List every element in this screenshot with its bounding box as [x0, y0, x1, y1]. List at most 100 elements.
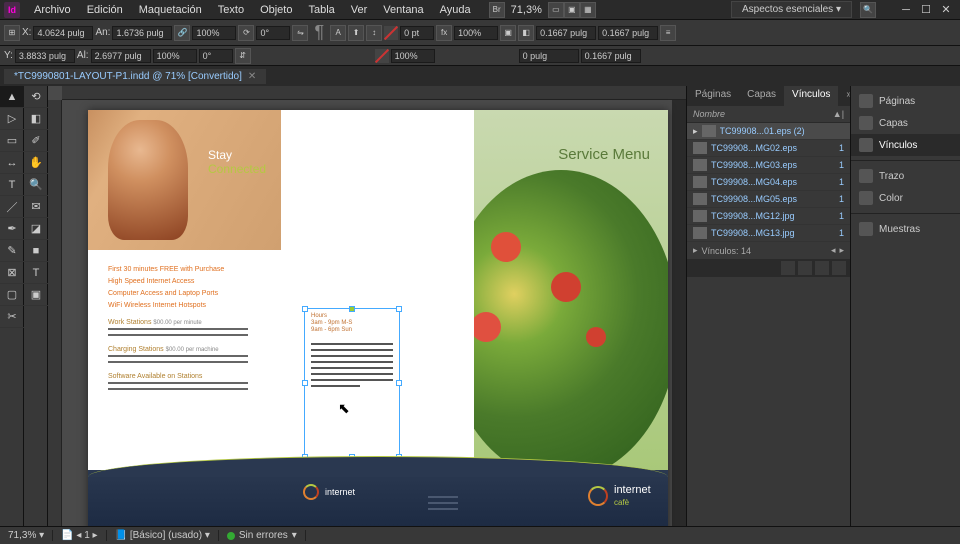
- document-spread[interactable]: Stay Connected First 30 minutes FREE wit…: [88, 110, 668, 526]
- status-preset[interactable]: 📘 [Básico] (usado) ▾: [107, 530, 219, 541]
- flip-h-icon[interactable]: ⇋: [292, 25, 308, 41]
- bridge-icon[interactable]: Br: [489, 2, 505, 18]
- zoom-level[interactable]: 71,3%: [505, 4, 548, 16]
- color-apply-tool[interactable]: ■: [24, 240, 48, 262]
- dock-stroke[interactable]: Trazo: [851, 165, 960, 187]
- menu-window[interactable]: Ventana: [375, 2, 431, 18]
- inset1-field[interactable]: [536, 26, 596, 40]
- window-minimize[interactable]: ─: [896, 4, 916, 16]
- y-field[interactable]: [15, 49, 75, 63]
- edit-link-icon[interactable]: [832, 261, 846, 275]
- menu-flyout-icon[interactable]: ≡: [660, 25, 676, 41]
- update-link-icon[interactable]: [815, 261, 829, 275]
- fill-stroke-swap[interactable]: ◪: [24, 218, 48, 240]
- ruler-vertical[interactable]: [48, 100, 62, 526]
- pencil-tool[interactable]: ✎: [0, 240, 24, 262]
- fx-icon[interactable]: fx: [436, 25, 452, 41]
- inset4-field[interactable]: [581, 49, 641, 63]
- screen-mode-icon[interactable]: ▣: [564, 2, 580, 18]
- align-mid-icon[interactable]: ↕: [366, 25, 382, 41]
- link-row[interactable]: TC99908...MG05.eps1: [687, 191, 850, 208]
- stroke-field[interactable]: [400, 26, 434, 40]
- line-tool[interactable]: ／: [0, 196, 24, 218]
- status-page[interactable]: 📄 ◂ 1 ▸: [53, 530, 106, 541]
- char-panel-icon[interactable]: A: [330, 25, 346, 41]
- dock-pages[interactable]: Páginas: [851, 90, 960, 112]
- x-field[interactable]: [33, 26, 93, 40]
- dock-color[interactable]: Color: [851, 187, 960, 209]
- selection-tool[interactable]: ▲: [0, 86, 24, 108]
- fill-none-icon[interactable]: [384, 26, 398, 40]
- handle-tl[interactable]: [302, 306, 308, 312]
- menu-file[interactable]: Archivo: [26, 2, 79, 18]
- h-field[interactable]: [91, 49, 151, 63]
- rotate-field[interactable]: [256, 26, 290, 40]
- dock-swatches[interactable]: Muestras: [851, 218, 960, 240]
- text-wrap-icon[interactable]: ▣: [500, 25, 516, 41]
- note-tool[interactable]: ✉: [24, 196, 48, 218]
- link-row[interactable]: ▸ TC99908...01.eps (2): [687, 123, 850, 140]
- next-link-icon[interactable]: ▸: [839, 245, 844, 256]
- window-maximize[interactable]: ☐: [916, 3, 936, 16]
- align-top-icon[interactable]: ⬆: [348, 25, 364, 41]
- scale-x-field[interactable]: [192, 26, 236, 40]
- frame-tool[interactable]: ⊠: [0, 262, 24, 284]
- zoom-tool[interactable]: 🔍: [24, 174, 48, 196]
- direct-select-tool[interactable]: ▷: [0, 108, 24, 130]
- right-panel[interactable]: Service Menu: [474, 110, 668, 480]
- window-close[interactable]: ✕: [936, 3, 956, 16]
- view-icon[interactable]: ▭: [548, 2, 564, 18]
- left-text-block[interactable]: First 30 minutes FREE with Purchase High…: [88, 250, 281, 480]
- menu-layout[interactable]: Maquetación: [131, 2, 210, 18]
- link-row[interactable]: TC99908...MG13.jpg1: [687, 225, 850, 242]
- link-row[interactable]: TC99908...MG03.eps1: [687, 157, 850, 174]
- menu-text[interactable]: Texto: [210, 2, 252, 18]
- menu-object[interactable]: Objeto: [252, 2, 300, 18]
- eyedropper-tool[interactable]: ✐: [24, 130, 48, 152]
- pen-tool[interactable]: ✒: [0, 218, 24, 240]
- arrange-icon[interactable]: ▦: [580, 2, 596, 18]
- txt-color-tool[interactable]: T: [24, 262, 48, 284]
- goto-link-icon[interactable]: [798, 261, 812, 275]
- tab-pages[interactable]: Páginas: [687, 86, 739, 106]
- inset3-field[interactable]: [519, 49, 579, 63]
- shear-field[interactable]: [199, 49, 233, 63]
- gap-tool[interactable]: ↔: [0, 152, 24, 174]
- document-tab[interactable]: *TC9990801-LAYOUT-P1.indd @ 71% [Convert…: [4, 69, 266, 84]
- search-icon[interactable]: 🔍: [860, 2, 876, 18]
- paragraph-icon[interactable]: ¶: [310, 22, 328, 43]
- scale-y-field[interactable]: [153, 49, 197, 63]
- menu-help[interactable]: Ayuda: [432, 2, 479, 18]
- status-preflight[interactable]: Sin errores ▾: [219, 530, 306, 541]
- gradient-tool[interactable]: ◧: [24, 108, 48, 130]
- status-zoom[interactable]: 71,3% ▾: [0, 530, 53, 541]
- selected-text-frame[interactable]: Hours 3am - 9pm M-S 9am - 6pm Sun: [304, 308, 400, 458]
- ref-point-icon[interactable]: ⊞: [4, 25, 20, 41]
- w-field[interactable]: [112, 26, 172, 40]
- footer-band[interactable]: internet internetcafè: [88, 470, 668, 526]
- menu-table[interactable]: Tabla: [300, 2, 342, 18]
- dock-links[interactable]: Vínculos: [851, 134, 960, 156]
- transform-tool[interactable]: ⟲: [24, 86, 48, 108]
- handle-mr[interactable]: [396, 380, 402, 386]
- opacity-field[interactable]: [454, 26, 498, 40]
- scrollbar-vertical[interactable]: [672, 100, 686, 526]
- canvas[interactable]: Stay Connected First 30 minutes FREE wit…: [48, 86, 686, 526]
- handle-tc[interactable]: [349, 306, 355, 312]
- handle-tr[interactable]: [396, 306, 402, 312]
- constrain-icon[interactable]: 🔗: [174, 25, 190, 41]
- handle-ml[interactable]: [302, 380, 308, 386]
- photo-frame-people[interactable]: Stay Connected: [88, 110, 281, 250]
- rect-tool[interactable]: ▢: [0, 284, 24, 306]
- workspace-selector[interactable]: Aspectos esenciales ▾: [731, 1, 852, 18]
- close-tab-icon[interactable]: ✕: [248, 71, 256, 82]
- opacity2-field[interactable]: [391, 49, 435, 63]
- corner-icon[interactable]: ◧: [518, 25, 534, 41]
- inset2-field[interactable]: [598, 26, 658, 40]
- scissors-tool[interactable]: ✂: [0, 306, 24, 328]
- menu-edit[interactable]: Edición: [79, 2, 131, 18]
- menu-view[interactable]: Ver: [343, 2, 376, 18]
- hand-tool[interactable]: ✋: [24, 152, 48, 174]
- links-header[interactable]: Nombre▲|: [687, 106, 850, 123]
- tab-layers[interactable]: Capas: [739, 86, 784, 106]
